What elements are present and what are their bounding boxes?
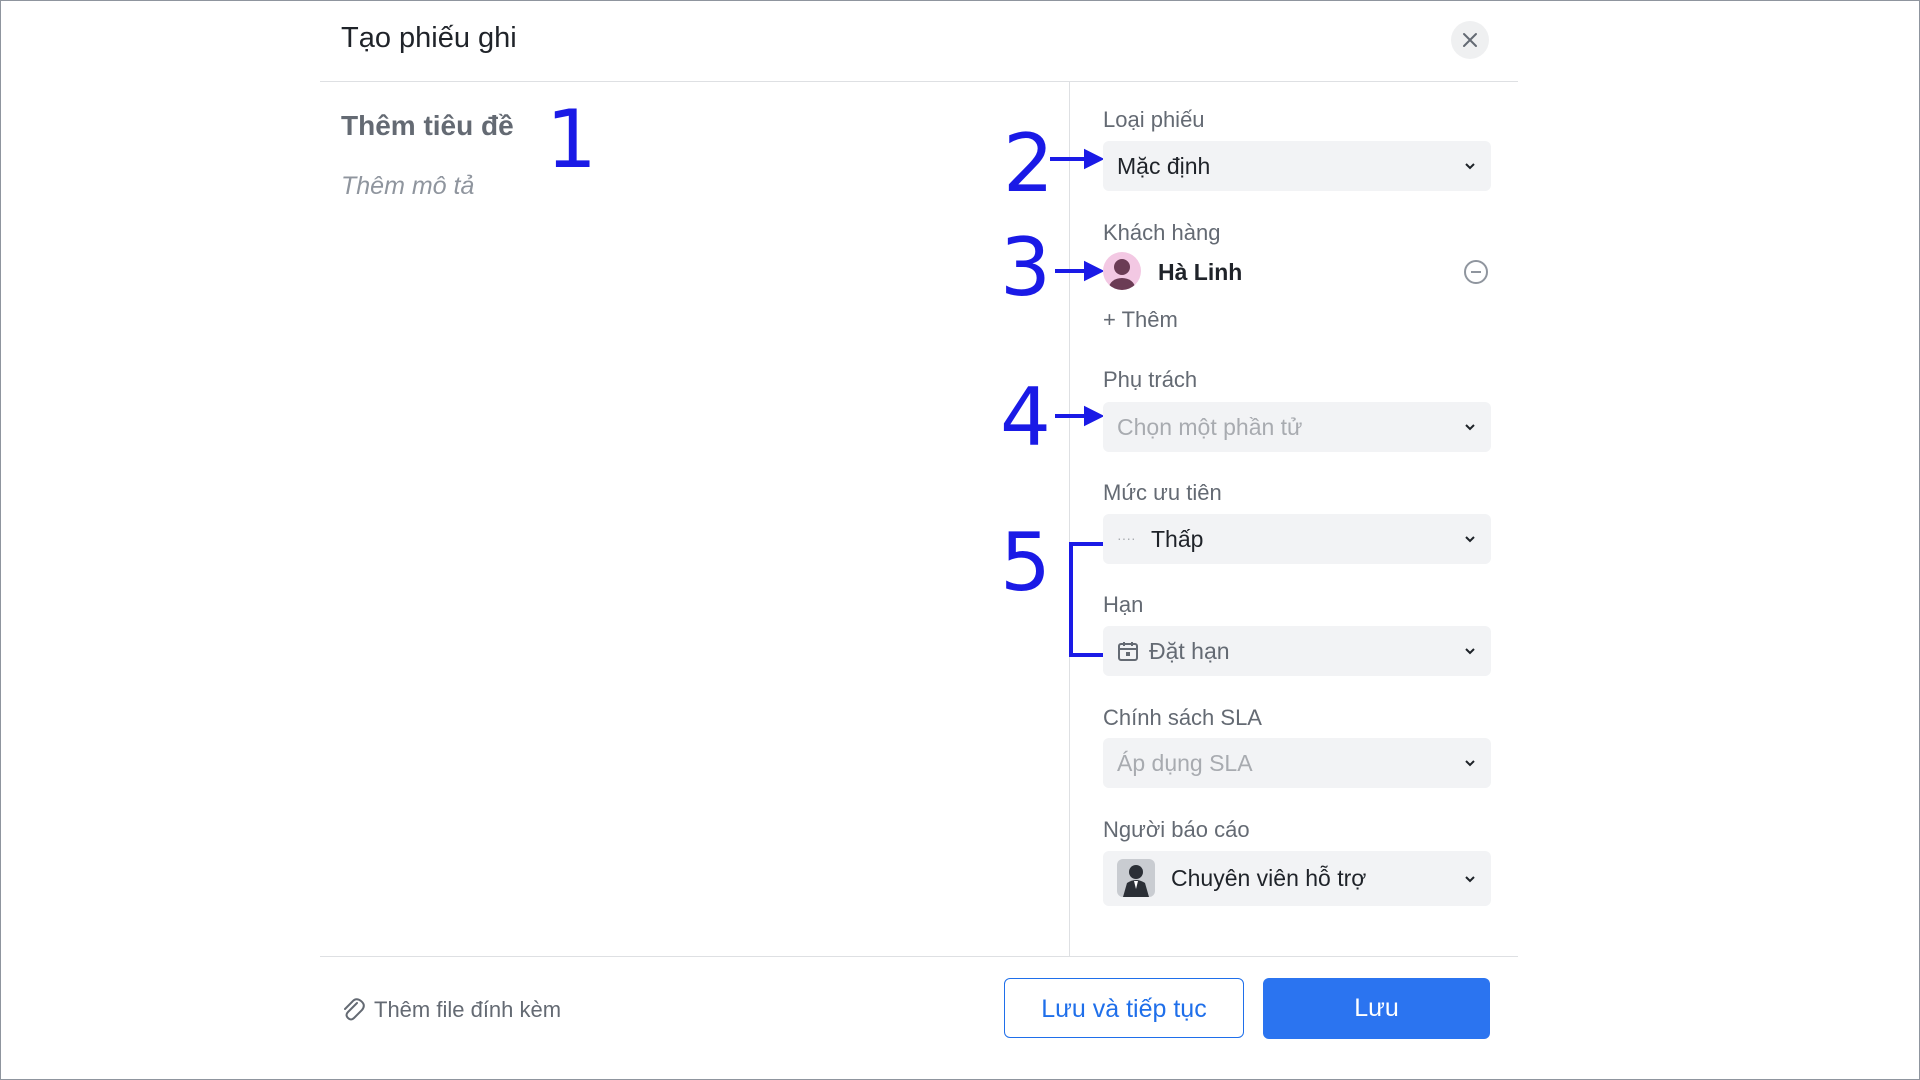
priority-label: Mức ưu tiên	[1103, 480, 1222, 505]
sla-placeholder: Áp dụng SLA	[1117, 750, 1253, 776]
paperclip-icon	[344, 998, 365, 1021]
attach-file-label: Thêm file đính kèm	[374, 997, 562, 1022]
deadline-select[interactable]: Đặt hạn	[1103, 626, 1491, 676]
save-and-continue-label: Lưu và tiếp tục	[1041, 995, 1207, 1023]
chevron-down-icon	[1465, 163, 1475, 170]
save-button[interactable]: Lưu	[1263, 978, 1490, 1039]
customer-name: Hà Linh	[1158, 259, 1243, 285]
ticket-type-value: Mặc định	[1117, 153, 1211, 179]
person-icon	[1109, 259, 1135, 290]
reporter-avatar	[1117, 859, 1155, 897]
ticket-type-select[interactable]: Mặc định	[1103, 141, 1491, 191]
save-and-continue-button[interactable]: Lưu và tiếp tục	[1004, 978, 1244, 1038]
assignee-label: Phụ trách	[1103, 367, 1198, 392]
calendar-icon	[1118, 642, 1138, 661]
chevron-down-icon	[1465, 648, 1475, 655]
ticket-type-label: Loại phiếu	[1103, 107, 1205, 132]
chevron-down-icon	[1465, 876, 1475, 883]
priority-value: Thấp	[1151, 526, 1204, 552]
reporter-value: Chuyên viên hỗ trợ	[1171, 865, 1367, 891]
sla-label: Chính sách SLA	[1103, 705, 1262, 730]
sla-select[interactable]: Áp dụng SLA	[1103, 738, 1491, 788]
priority-indicator: ····	[1117, 530, 1136, 546]
priority-select[interactable]: ···· Thấp	[1103, 514, 1491, 564]
reporter-label: Người báo cáo	[1103, 817, 1250, 842]
assignee-placeholder: Chọn một phần tử	[1117, 414, 1303, 440]
customer-label: Khách hàng	[1103, 220, 1221, 245]
customer-avatar	[1103, 252, 1141, 290]
add-customer-button[interactable]: + Thêm	[1103, 307, 1178, 333]
chevron-down-icon	[1465, 424, 1475, 431]
dialog-footer: Thêm file đính kèm Lưu và tiếp tục Lưu	[320, 956, 1518, 1079]
customer-chip: Hà Linh	[1103, 252, 1491, 292]
assignee-select[interactable]: Chọn một phần tử	[1103, 402, 1491, 452]
save-label: Lưu	[1354, 994, 1399, 1022]
remove-circle-icon[interactable]	[1463, 259, 1489, 285]
create-ticket-dialog: Tạo phiếu ghi Thêm tiêu đề Thêm mô tả 1 …	[320, 0, 1518, 1078]
reporter-select[interactable]: Chuyên viên hỗ trợ	[1103, 851, 1491, 906]
chevron-down-icon	[1465, 536, 1475, 543]
deadline-value: Đặt hạn	[1149, 638, 1230, 664]
person-icon	[1123, 865, 1149, 897]
deadline-label: Hạn	[1103, 592, 1144, 617]
chevron-down-icon	[1465, 760, 1475, 767]
